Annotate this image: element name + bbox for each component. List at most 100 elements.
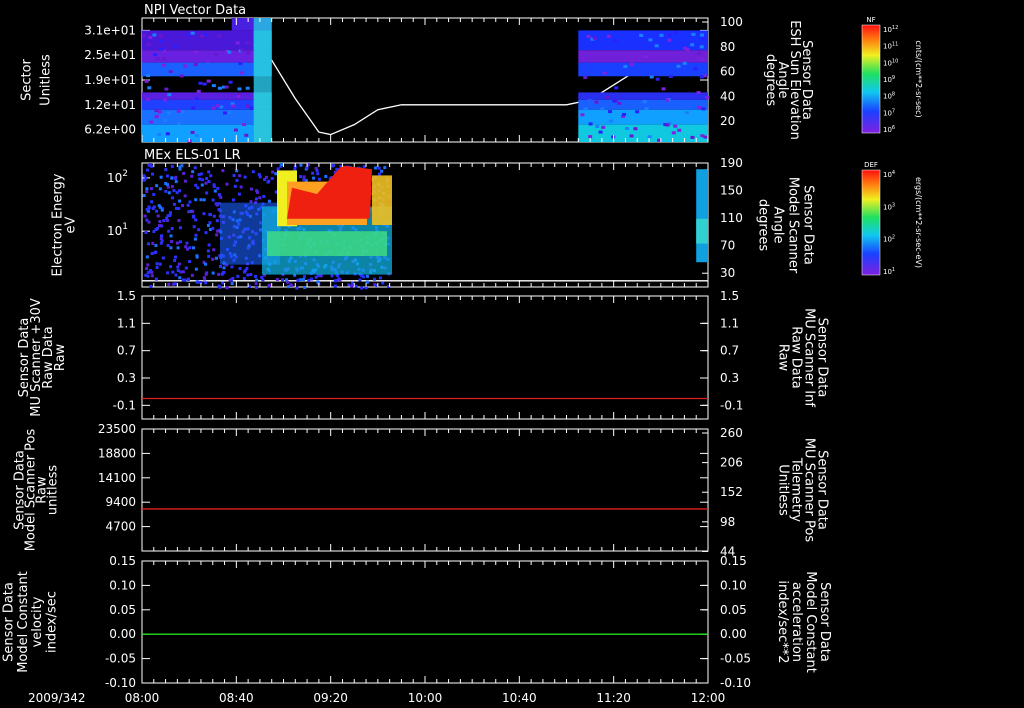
y-axis-label: Model Constant [16, 571, 31, 673]
spectrogram-pixel [154, 277, 158, 281]
right-y-axis-label: Raw [776, 344, 791, 372]
spectrogram-pixel [365, 274, 369, 278]
right-y-axis-label: degrees [763, 54, 778, 107]
spectrogram-pixel [155, 184, 159, 188]
spectrogram-pixel [333, 284, 337, 288]
panel-title: NPI Vector Data [144, 3, 246, 18]
spectrogram-pixel [677, 128, 682, 132]
colorbar-tick-label: 1012 [883, 25, 898, 34]
spectrogram-pixel [605, 95, 610, 99]
spectrogram-pixel [146, 43, 151, 47]
spectrogram-pixel [158, 220, 162, 224]
spectrogram-pixel [142, 194, 146, 198]
spectrogram-pixel [160, 208, 164, 212]
right-y-tick-label: 152 [720, 485, 743, 499]
spectrogram-pixel [194, 183, 198, 187]
colorbar-label: ergs/(cm**2-sr-sec-eV) [914, 177, 923, 268]
spectrogram-pixel [239, 185, 243, 189]
els-spectrogram [142, 163, 708, 290]
spectrogram-pixel [354, 284, 358, 288]
spectrogram-pixel [157, 110, 162, 114]
spectrogram-pixel [186, 203, 190, 207]
spectrogram-pixel [166, 185, 170, 189]
spectrogram-pixel [167, 93, 172, 97]
spectrogram-pixel [157, 204, 161, 208]
spectrogram-pixel [583, 76, 588, 80]
spectrogram-pixel [208, 221, 212, 225]
spectrogram-pixel [173, 282, 177, 286]
spectrogram-pixel [176, 246, 180, 250]
spectrogram-pixel [648, 38, 653, 42]
spectrogram-pixel [264, 175, 268, 179]
spectrogram-pixel [195, 255, 199, 259]
right-y-axis-label: degrees [756, 199, 771, 252]
right-y-axis-label: Sensor Data [801, 185, 816, 265]
spectrogram-pixel [199, 198, 203, 202]
spectrogram-pixel [347, 283, 351, 287]
spectrogram-pixel [302, 175, 306, 179]
spectrogram-pixel [671, 131, 676, 135]
spectrogram-pixel [216, 186, 220, 190]
y-tick-label: 102 [107, 169, 128, 185]
spectrogram-pixel [233, 128, 238, 132]
colorbar-label: cnts/(cm**2-sr-sec) [914, 40, 923, 117]
spectrogram-pixel [629, 62, 634, 66]
spectrogram-pixel [235, 41, 240, 45]
spectrogram-pixel [200, 183, 204, 187]
spectrogram-pixel [188, 260, 192, 264]
spectrogram-pixel [271, 170, 275, 174]
spectrogram-pixel [333, 279, 337, 283]
spectrogram-pixel [163, 98, 168, 102]
spectrogram-pixel [700, 33, 705, 37]
spectrogram-pixel [667, 38, 672, 42]
y-tick-label: 0.7 [117, 344, 136, 358]
y-axis-label: velocity [30, 596, 45, 647]
spectrogram-pixel [243, 175, 247, 179]
spectrogram-pixel [155, 226, 159, 230]
spectrogram-pixel [701, 37, 706, 41]
spectrogram-pixel [699, 45, 704, 49]
spectrogram-band [578, 50, 708, 63]
spectrogram-pixel [180, 164, 184, 168]
right-y-tick-label: 100 [720, 15, 743, 29]
spectrogram-pixel [254, 282, 258, 286]
spectrogram-pixel [299, 278, 303, 282]
spectrogram-pixel [191, 170, 195, 174]
spectrogram-pixel [181, 278, 185, 282]
spectrogram-pixel [303, 285, 307, 289]
spectrogram-pixel [254, 285, 258, 289]
spectrogram-pixel [164, 87, 169, 91]
spectrogram-pixel [246, 51, 251, 55]
y-tick-label: 9400 [105, 495, 136, 509]
right-y-tick-label: 1.1 [720, 316, 739, 330]
spectrogram-pixel [205, 177, 209, 181]
spectrogram-pixel [255, 278, 259, 282]
spectrogram-pixel [155, 209, 159, 213]
spectrogram-pixel [178, 276, 182, 280]
spectrogram-pixel [258, 196, 262, 200]
spectrogram-pixel [207, 170, 211, 174]
spectrogram-pixel [145, 168, 149, 172]
spectrogram-pixel [198, 177, 202, 181]
spectrogram-pixel [214, 256, 218, 260]
spectrogram-pixel [654, 44, 659, 48]
spectrogram-pixel [251, 170, 255, 174]
spectrogram-pixel [592, 36, 597, 40]
x-tick-label: 09:20 [313, 691, 348, 705]
spectrogram-pixel [190, 31, 195, 35]
spectrogram-pixel [194, 96, 199, 100]
y-tick-label: 14100 [98, 471, 136, 485]
spectrogram-band [267, 231, 387, 256]
spectrogram-pixel [176, 265, 180, 269]
spectrogram-pixel [613, 38, 618, 42]
spectrogram-pixel [314, 166, 318, 170]
spectrogram-pixel [202, 82, 207, 86]
spectrogram-pixel [176, 109, 181, 113]
spectrogram-pixel [324, 174, 328, 178]
spectrogram-pixel [214, 52, 219, 56]
spectrogram-pixel [186, 33, 191, 37]
spectrogram-pixel [602, 71, 607, 75]
spectrogram-pixel [188, 200, 192, 204]
spectrogram-pixel [374, 166, 378, 170]
spectrogram-pixel [238, 62, 243, 66]
